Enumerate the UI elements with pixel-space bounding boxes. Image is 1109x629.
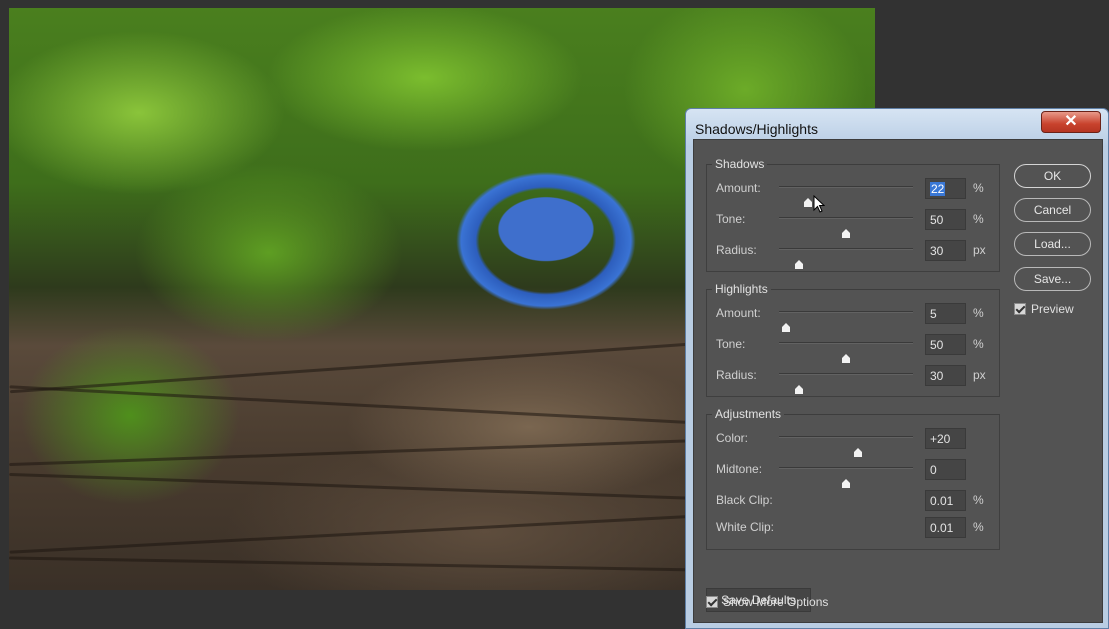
highlights-radius-slider[interactable] xyxy=(779,373,913,394)
adjustments-midtone-value: 0 xyxy=(930,463,937,477)
highlights-group-title: Highlights xyxy=(712,282,771,296)
highlights-radius-unit: px xyxy=(973,368,986,382)
shadows-amount-slider[interactable] xyxy=(779,186,913,207)
adjustments-whiteclip-input[interactable]: 0.01 xyxy=(925,517,966,538)
adjustments-group-title: Adjustments xyxy=(712,407,785,421)
shadows-tone-input[interactable]: 50 xyxy=(925,209,966,230)
shadows-tone-slider[interactable] xyxy=(779,217,913,238)
highlights-radius-slider-thumb[interactable] xyxy=(794,385,804,394)
adjustments-midtone-row: Midtone: 0 xyxy=(716,459,1006,488)
highlights-radius-label: Radius: xyxy=(716,368,757,382)
adjustments-whiteclip-label: White Clip: xyxy=(716,520,775,534)
shadows-radius-row: Radius: 30 px xyxy=(716,240,1006,269)
shadows-radius-label: Radius: xyxy=(716,243,757,257)
load-button[interactable]: Load... xyxy=(1014,232,1091,256)
shadows-tone-slider-thumb[interactable] xyxy=(841,229,851,238)
shadows-amount-input[interactable]: 22 xyxy=(925,178,966,199)
shadows-radius-slider-thumb[interactable] xyxy=(794,260,804,269)
adjustments-color-slider-thumb[interactable] xyxy=(853,448,863,457)
adjustments-blackclip-input[interactable]: 0.01 xyxy=(925,490,966,511)
adjustments-blackclip-value: 0.01 xyxy=(930,494,954,508)
shadows-tone-label: Tone: xyxy=(716,212,746,226)
adjustments-blackclip-unit: % xyxy=(973,493,984,507)
shadows-tone-unit: % xyxy=(973,212,984,226)
highlights-tone-unit: % xyxy=(973,337,984,351)
adjustments-color-row: Color: +20 xyxy=(716,428,1006,457)
highlights-amount-input[interactable]: 5 xyxy=(925,303,966,324)
preview-checkbox[interactable] xyxy=(1014,303,1026,315)
highlights-amount-label: Amount: xyxy=(716,306,761,320)
highlights-amount-unit: % xyxy=(973,306,984,320)
highlights-tone-row: Tone: 50% xyxy=(716,334,1006,363)
shadows-amount-value: 22 xyxy=(930,182,946,196)
adjustments-midtone-slider-thumb[interactable] xyxy=(841,479,851,488)
ok-button[interactable]: OK xyxy=(1014,164,1091,188)
shadows-radius-value: 30 xyxy=(930,244,944,258)
shadows-amount-row: Amount: 22% xyxy=(716,178,1006,207)
close-button[interactable]: ✕ xyxy=(1041,111,1101,133)
highlights-tone-slider-thumb[interactable] xyxy=(841,354,851,363)
cancel-button[interactable]: Cancel xyxy=(1014,198,1091,222)
preview-label: Preview xyxy=(1031,302,1074,316)
shadows-amount-slider-thumb[interactable] xyxy=(803,198,813,207)
shadows-radius-input[interactable]: 30 xyxy=(925,240,966,261)
adjustments-whiteclip-unit: % xyxy=(973,520,984,534)
highlights-tone-label: Tone: xyxy=(716,337,746,351)
highlights-tone-input[interactable]: 50 xyxy=(925,334,966,355)
shadows-tone-row: Tone: 50% xyxy=(716,209,1006,238)
shadows-highlights-dialog: Shadows/Highlights ✕ Shadows Amount: 22% T… xyxy=(685,108,1109,629)
adjustments-midtone-input[interactable]: 0 xyxy=(925,459,966,480)
adjustments-blackclip-label: Black Clip: xyxy=(716,493,773,507)
adjustments-blackclip-row: Black Clip: 0.01% xyxy=(716,490,1006,512)
highlights-tone-value: 50 xyxy=(930,338,944,352)
adjustments-color-input[interactable]: +20 xyxy=(925,428,966,449)
highlights-radius-row: Radius: 30 px xyxy=(716,365,1006,394)
adjustments-whiteclip-row: White Clip: 0.01% xyxy=(716,517,1006,539)
adjustments-color-slider[interactable] xyxy=(779,436,913,457)
preview-checkbox-row[interactable]: Preview xyxy=(1014,302,1074,316)
highlights-radius-value: 30 xyxy=(930,369,944,383)
highlights-amount-value: 5 xyxy=(930,307,937,321)
dialog-title: Shadows/Highlights xyxy=(695,121,818,137)
highlights-amount-row: Amount: 5% xyxy=(716,303,1006,332)
shadows-radius-slider[interactable] xyxy=(779,248,913,269)
adjustments-midtone-label: Midtone: xyxy=(716,462,763,476)
shadows-tone-value: 50 xyxy=(930,213,944,227)
adjustments-color-value: +20 xyxy=(930,432,951,446)
save-button[interactable]: Save... xyxy=(1014,267,1091,291)
adjustments-midtone-slider[interactable] xyxy=(779,467,913,488)
show-more-options-label: Show More Options xyxy=(723,595,829,609)
highlights-amount-slider[interactable] xyxy=(779,311,913,332)
shadows-radius-unit: px xyxy=(973,243,986,257)
adjustments-color-label: Color: xyxy=(716,431,749,445)
dialog-panel: Shadows Amount: 22% Tone: 50% Radius: 30 px Hi… xyxy=(693,139,1103,623)
adjustments-whiteclip-value: 0.01 xyxy=(930,521,954,535)
highlights-amount-slider-thumb[interactable] xyxy=(781,323,791,332)
show-more-options-row[interactable]: Show More Options xyxy=(706,595,828,609)
shadows-amount-unit: % xyxy=(973,181,984,195)
highlights-tone-slider[interactable] xyxy=(779,342,913,363)
highlights-radius-input[interactable]: 30 xyxy=(925,365,966,386)
shadows-group-title: Shadows xyxy=(712,157,768,171)
shadows-amount-label: Amount: xyxy=(716,181,761,195)
show-more-options-checkbox[interactable] xyxy=(706,596,718,608)
